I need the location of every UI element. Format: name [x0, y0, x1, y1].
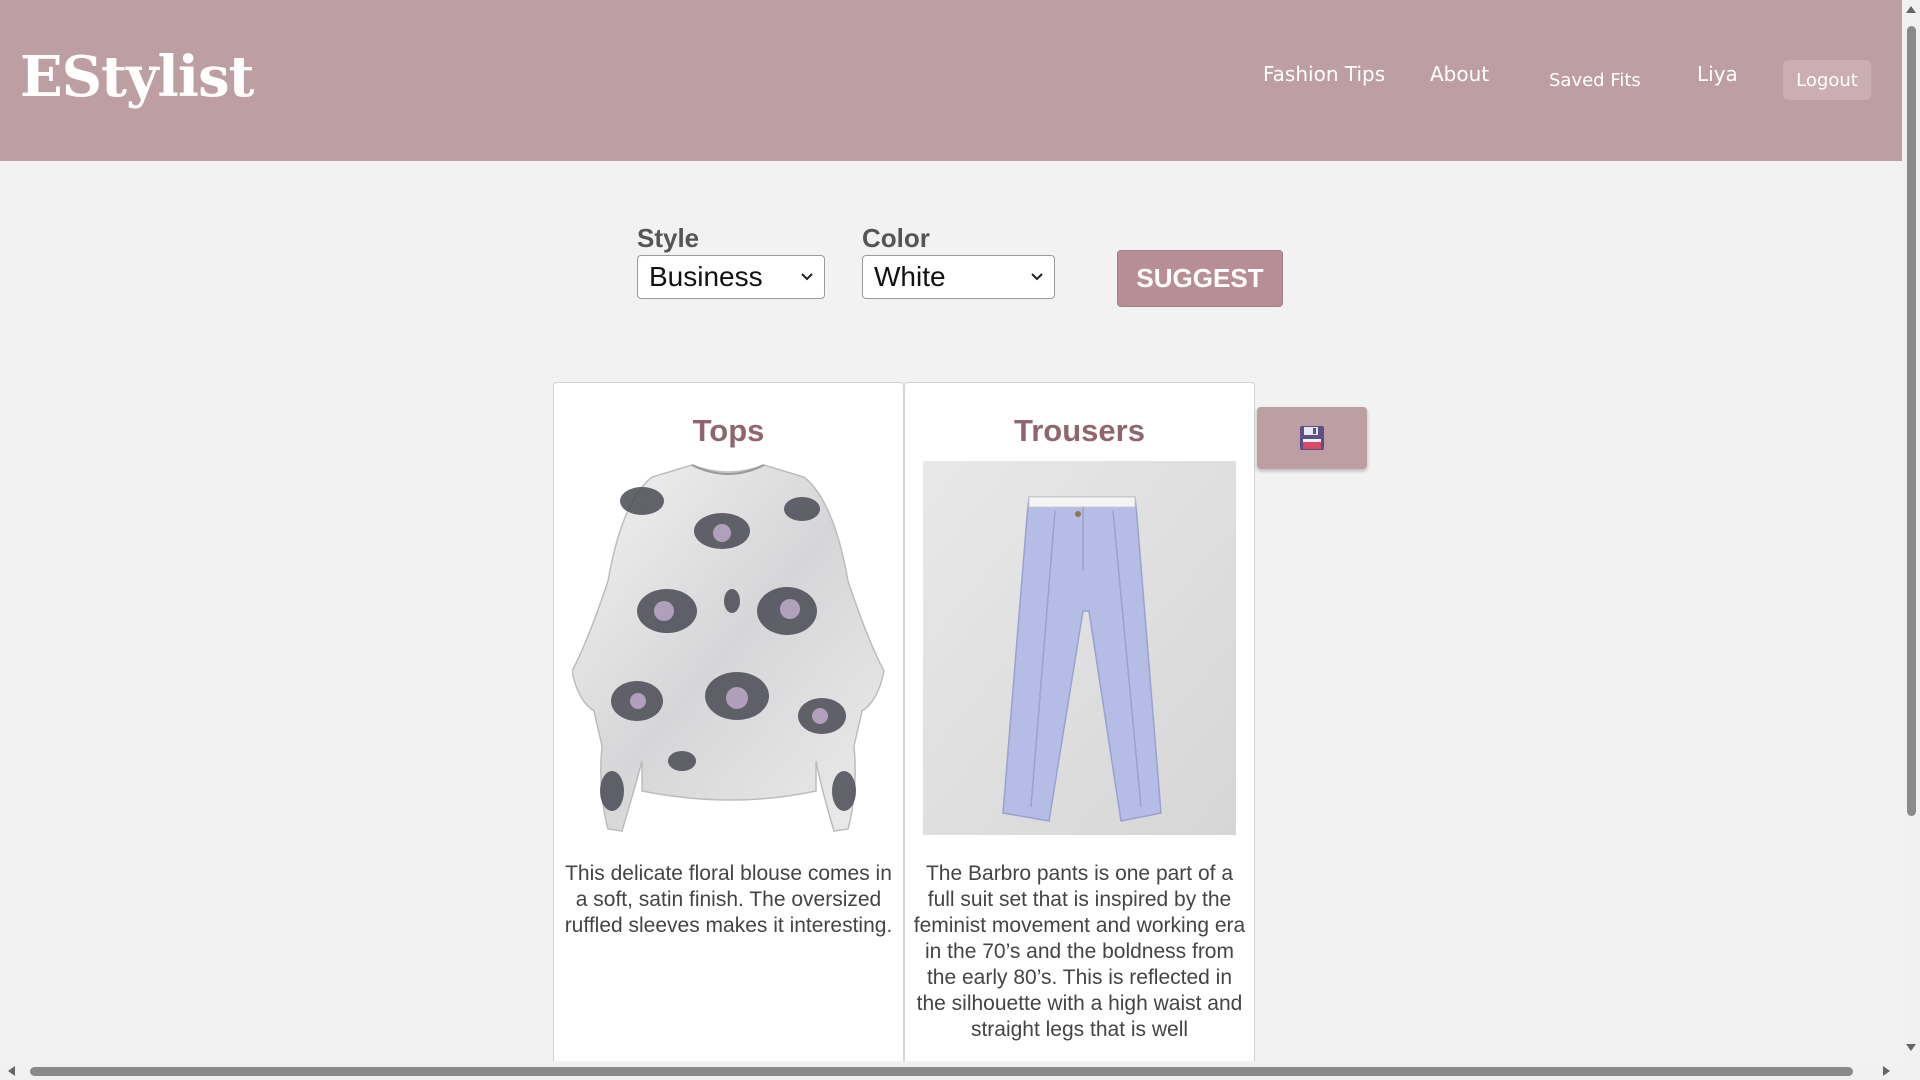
scroll-down-icon[interactable]	[1906, 1044, 1916, 1051]
nav-fashion-tips[interactable]: Fashion Tips	[1263, 62, 1385, 86]
card-title: Tops	[692, 413, 765, 448]
scroll-right-icon[interactable]	[1883, 1066, 1890, 1076]
suggest-button[interactable]: SUGGEST	[1117, 250, 1283, 307]
outfit-card-tops: Tops This delicate floral blouse comes i…	[553, 382, 904, 1061]
style-select[interactable]: Business	[637, 255, 825, 299]
outfit-card-trousers: Trousers The Barbro pants is one part of…	[904, 382, 1255, 1061]
scroll-up-icon[interactable]	[1906, 6, 1916, 13]
horizontal-scrollbar[interactable]	[0, 1062, 1920, 1080]
page: EStylist Fashion Tips About Saved Fits L…	[0, 0, 1902, 1061]
save-outfit-button[interactable]	[1257, 407, 1367, 469]
header: EStylist Fashion Tips About Saved Fits L…	[0, 0, 1902, 161]
vertical-scrollbar[interactable]	[1902, 0, 1920, 1080]
color-label: Color	[862, 223, 930, 253]
nav-user[interactable]: Liya	[1697, 62, 1738, 86]
trousers-image	[923, 461, 1236, 835]
nav-saved-fits[interactable]: Saved Fits	[1549, 70, 1641, 91]
card-title: Trousers	[1014, 413, 1145, 448]
nav-about[interactable]: About	[1430, 62, 1489, 86]
card-description: The Barbro pants is one part of a full s…	[913, 862, 1246, 1041]
logo[interactable]: EStylist	[20, 44, 254, 110]
chevron-down-icon	[801, 273, 813, 281]
color-select-value: White	[874, 261, 946, 292]
chevron-down-icon	[1031, 273, 1043, 281]
style-select-value: Business	[649, 261, 763, 292]
blouse-image	[571, 461, 885, 835]
scroll-left-icon[interactable]	[8, 1066, 15, 1076]
horizontal-scroll-thumb[interactable]	[30, 1067, 1853, 1076]
card-description: This delicate floral blouse comes in a s…	[564, 862, 893, 937]
logout-button[interactable]: Logout	[1783, 60, 1871, 100]
floppy-disk-icon	[1300, 426, 1324, 450]
style-label: Style	[637, 223, 700, 253]
color-select[interactable]: White	[862, 255, 1055, 299]
vertical-scroll-thumb[interactable]	[1907, 26, 1916, 816]
